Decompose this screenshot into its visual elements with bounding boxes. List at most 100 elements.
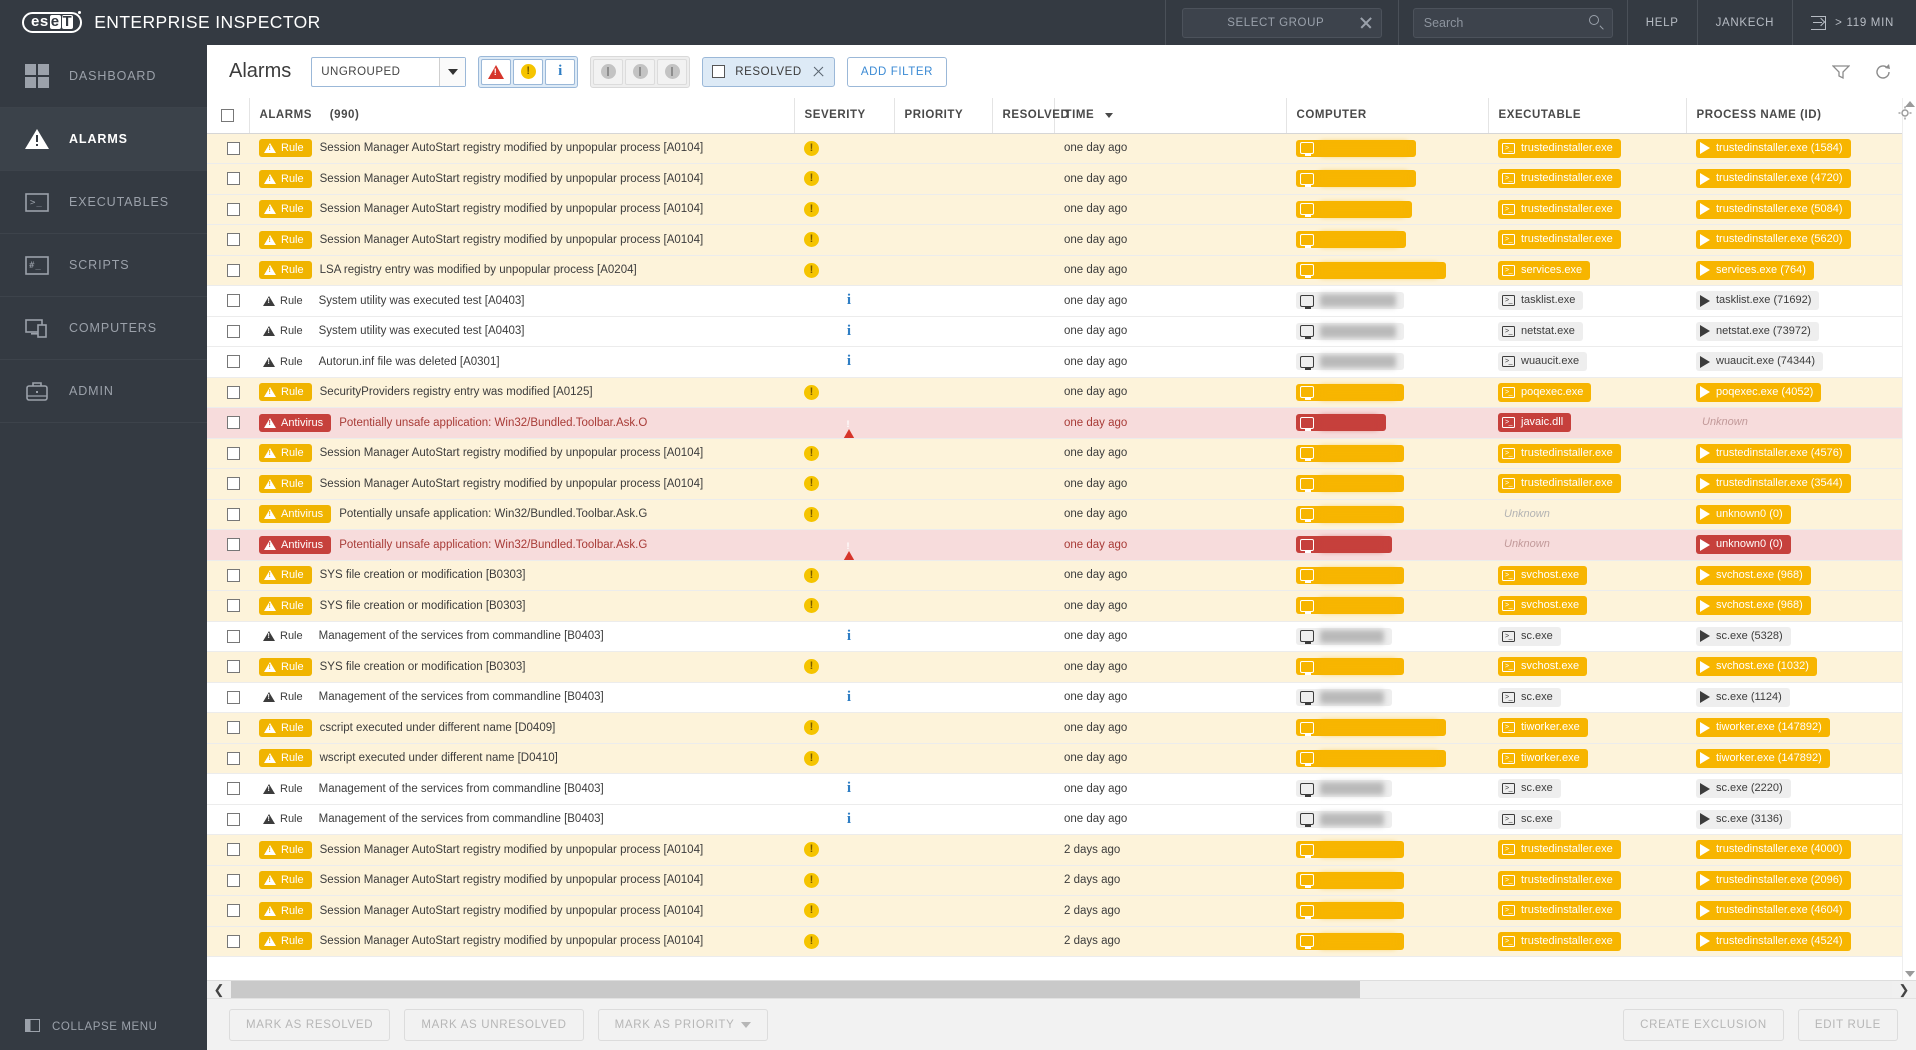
process-cell[interactable]: trustedinstaller.exe (2096) (1686, 865, 1916, 896)
row-checkbox[interactable] (226, 721, 240, 735)
row-select-cell[interactable] (207, 255, 249, 286)
executable-pill[interactable]: >_ trustedinstaller.exe (1498, 931, 1621, 951)
sidebar-item-executables[interactable]: >_ EXECUTABLES (0, 171, 207, 234)
sidebar-item-dashboard[interactable]: DASHBOARD (0, 45, 207, 108)
executable-pill[interactable]: >_ sc.exe (1498, 687, 1561, 707)
executable-cell[interactable]: >_ sc.exe (1488, 804, 1686, 835)
executable-pill[interactable]: >_ wuaucit.exe (1498, 352, 1588, 372)
computer-pill[interactable] (1296, 353, 1404, 371)
process-cell[interactable]: Unknown (1686, 407, 1916, 439)
table-row[interactable]: Rule Management of the services from comm… (207, 804, 1916, 835)
process-cell[interactable]: trustedinstaller.exe (1584) (1686, 133, 1916, 164)
row-checkbox[interactable] (226, 782, 240, 796)
process-cell[interactable]: trustedinstaller.exe (3544) (1686, 468, 1916, 500)
table-row[interactable]: Rule Session Manager AutoStart registry m… (207, 865, 1916, 896)
mark-as-unresolved-button[interactable]: MARK AS UNRESOLVED (404, 1008, 584, 1041)
computer-cell[interactable] (1286, 560, 1488, 591)
vertical-scrollbar[interactable] (1902, 98, 1916, 980)
computer-pill[interactable] (1296, 902, 1404, 920)
executable-pill[interactable]: >_ svchost.exe (1498, 657, 1588, 677)
process-cell[interactable]: svchost.exe (1032) (1686, 651, 1916, 683)
scroll-thumb[interactable] (231, 981, 1361, 998)
row-checkbox[interactable] (226, 599, 240, 613)
executable-cell[interactable]: >_ wuaucit.exe (1488, 346, 1686, 378)
add-filter-button[interactable]: ADD FILTER (846, 56, 948, 87)
funnel-icon[interactable] (1826, 57, 1856, 87)
executable-cell[interactable]: >_ trustedinstaller.exe (1488, 194, 1686, 225)
executable-cell[interactable]: >_ poqexec.exe (1488, 377, 1686, 408)
process-cell[interactable]: trustedinstaller.exe (4576) (1686, 438, 1916, 469)
row-checkbox[interactable] (226, 629, 240, 643)
executable-cell[interactable]: >_ trustedinstaller.exe (1488, 133, 1686, 164)
row-checkbox[interactable] (226, 507, 240, 521)
process-pill[interactable]: trustedinstaller.exe (4604) (1696, 901, 1851, 921)
executable-pill[interactable]: >_ trustedinstaller.exe (1498, 840, 1621, 860)
alarm-cell[interactable]: Rule SecurityProviders registry entry was… (249, 377, 794, 408)
row-select-cell[interactable] (207, 590, 249, 622)
row-select-cell[interactable] (207, 194, 249, 225)
executable-cell[interactable]: >_ sc.exe (1488, 621, 1686, 652)
sidebar-item-alarms[interactable]: ALARMS (0, 108, 207, 171)
process-cell[interactable]: sc.exe (3136) (1686, 804, 1916, 835)
computer-cell[interactable] (1286, 163, 1488, 195)
row-checkbox[interactable] (226, 751, 240, 765)
table-row[interactable]: Rule Session Manager AutoStart registry m… (207, 194, 1916, 225)
table-row[interactable]: Antivirus Potentially unsafe application:… (207, 407, 1916, 439)
computer-cell[interactable] (1286, 255, 1488, 286)
computer-cell[interactable] (1286, 133, 1488, 164)
process-pill[interactable]: svchost.exe (1032) (1696, 657, 1817, 677)
row-select-cell[interactable] (207, 621, 249, 652)
computer-cell[interactable] (1286, 194, 1488, 225)
row-checkbox[interactable] (226, 660, 240, 674)
process-cell[interactable]: trustedinstaller.exe (5620) (1686, 224, 1916, 256)
row-select-cell[interactable] (207, 407, 249, 439)
computer-cell[interactable] (1286, 468, 1488, 500)
row-checkbox[interactable] (226, 568, 240, 582)
process-cell[interactable]: tiworker.exe (147892) (1686, 712, 1916, 744)
process-pill[interactable]: sc.exe (3136) (1696, 809, 1791, 829)
row-select-cell[interactable] (207, 743, 249, 774)
computer-pill[interactable] (1296, 841, 1404, 859)
process-cell[interactable]: services.exe (764) (1686, 255, 1916, 286)
priority-low-button[interactable] (657, 58, 688, 85)
process-pill[interactable]: trustedinstaller.exe (4000) (1696, 840, 1851, 860)
alarm-cell[interactable]: Antivirus Potentially unsafe application:… (249, 529, 794, 561)
computer-cell[interactable] (1286, 712, 1488, 744)
create-exclusion-button[interactable]: CREATE EXCLUSION (1623, 1008, 1784, 1041)
computer-cell[interactable] (1286, 316, 1488, 347)
executable-pill[interactable]: >_ javaic.dll (1498, 413, 1572, 433)
computer-pill[interactable] (1296, 749, 1446, 767)
alarm-cell[interactable]: Rule Management of the services from comm… (249, 804, 794, 835)
computer-pill[interactable] (1296, 170, 1416, 188)
column-header-executable[interactable]: EXECUTABLE (1488, 98, 1687, 134)
process-cell[interactable]: trustedinstaller.exe (4524) (1686, 926, 1916, 957)
table-row[interactable]: Rule Management of the services from comm… (207, 621, 1916, 652)
search-input[interactable] (1423, 15, 1589, 30)
edit-rule-button[interactable]: EDIT RULE (1797, 1008, 1898, 1041)
table-row[interactable]: Rule SYS file creation or modification [B… (207, 651, 1916, 683)
table-row[interactable]: Rule Autorun.inf file was deleted [A0301]… (207, 346, 1916, 378)
computer-pill[interactable] (1296, 139, 1416, 157)
alarm-cell[interactable]: Rule Session Manager AutoStart registry m… (249, 468, 794, 500)
process-pill[interactable]: svchost.exe (968) (1696, 565, 1811, 585)
executable-pill[interactable]: >_ trustedinstaller.exe (1498, 199, 1621, 219)
alarm-cell[interactable]: Rule SYS file creation or modification [B… (249, 590, 794, 622)
computer-pill[interactable] (1296, 810, 1392, 828)
column-header-process[interactable]: PROCESS NAME (ID) (1686, 98, 1916, 134)
table-row[interactable]: Rule Management of the services from comm… (207, 682, 1916, 713)
row-select-cell[interactable] (207, 224, 249, 256)
select-group-button[interactable]: SELECT GROUP (1181, 7, 1382, 38)
executable-cell[interactable]: >_ services.exe (1488, 255, 1686, 286)
row-checkbox[interactable] (226, 294, 240, 308)
horizontal-scrollbar[interactable]: ❮ ❯ (207, 980, 1916, 998)
row-select-cell[interactable] (207, 834, 249, 866)
computer-pill[interactable] (1296, 261, 1446, 279)
table-row[interactable]: Antivirus Potentially unsafe application:… (207, 529, 1916, 561)
executable-cell[interactable]: >_ trustedinstaller.exe (1488, 224, 1686, 256)
executable-pill[interactable]: >_ svchost.exe (1498, 565, 1588, 585)
scroll-track[interactable] (231, 981, 1892, 998)
computer-pill[interactable] (1296, 536, 1392, 554)
row-select-cell[interactable] (207, 529, 249, 561)
process-cell[interactable]: wuaucit.exe (74344) (1686, 346, 1916, 378)
process-pill[interactable]: trustedinstaller.exe (2096) (1696, 870, 1851, 890)
